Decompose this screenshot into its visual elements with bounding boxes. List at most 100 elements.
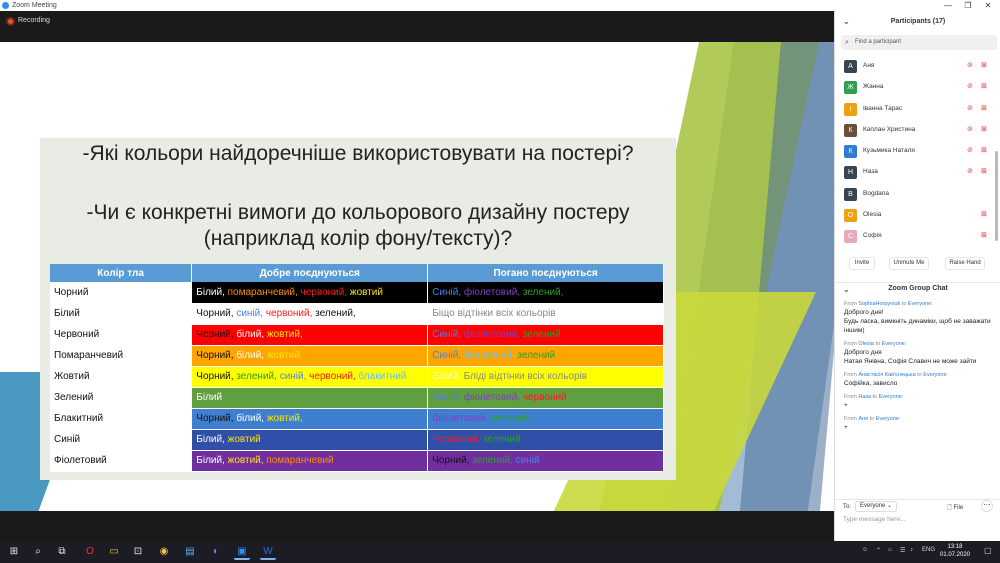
- chrome-icon[interactable]: ◉: [156, 544, 172, 560]
- windows-start-icon[interactable]: ⊞: [6, 544, 22, 560]
- from-label: From: [844, 416, 857, 422]
- bad-color-word: зелений: [491, 413, 529, 424]
- zoom-taskbar-icon[interactable]: ▣: [234, 544, 250, 560]
- slide-question-2-line2: (наприклад колір фону/тексту)?: [203, 227, 513, 250]
- raise-hand-button[interactable]: Raise Hand: [945, 257, 985, 270]
- participant-row[interactable]: B Bogdana: [835, 185, 1000, 206]
- store-icon[interactable]: ⊡: [130, 544, 146, 560]
- participants-scrollbar[interactable]: [995, 151, 998, 241]
- participant-row[interactable]: І Іванна Тарас ⊘ ⊠: [835, 100, 1000, 121]
- chat-message-meta: From Анастасія Кав'єнецька to Everyone:: [844, 372, 994, 378]
- window-titlebar: Zoom Meeting — ❐ ✕: [0, 0, 1000, 11]
- chat-sender: Наза: [858, 394, 871, 400]
- table-row: Синій Білий, жовтий Червоний, зелений: [50, 429, 664, 451]
- bad-color-word: фіолетовий,: [432, 413, 492, 424]
- table-row: Жовтий Чорний, зелений, синій, червоний, …: [50, 366, 664, 388]
- participant-name: Bogdana: [863, 189, 890, 197]
- file-button[interactable]: 🗋 File: [947, 503, 963, 513]
- file-label: File: [953, 505, 964, 511]
- unmute-button[interactable]: Unmute Me: [889, 257, 929, 270]
- participant-name: Жанна: [863, 83, 884, 91]
- chat-recipient: Everyone: [923, 372, 947, 378]
- participant-search-input[interactable]: ⌕ Find a participant: [841, 35, 997, 50]
- more-icon[interactable]: ⋯: [981, 500, 993, 512]
- maximize-icon[interactable]: ❐: [958, 0, 978, 11]
- participant-row[interactable]: Ж Жанна ⊘ ⊠: [835, 78, 1000, 99]
- camera-off-icon[interactable]: ⊠: [981, 167, 987, 175]
- good-color-word: Чорний,: [196, 371, 237, 382]
- bad-color-word: Червоний,: [432, 434, 484, 445]
- tray-people-icon[interactable]: ☺: [862, 547, 868, 553]
- bad-combinations-cell: Червоний, зелений: [427, 429, 664, 451]
- camera-off-icon[interactable]: ⊠: [981, 231, 987, 239]
- camera-off-icon[interactable]: ⊠: [981, 82, 987, 90]
- clock[interactable]: 13:18 01.07.2020: [938, 543, 972, 559]
- good-combinations-cell: Чорний, білий, жовтий: [191, 345, 429, 367]
- mail-icon[interactable]: ▤: [182, 544, 198, 560]
- good-color-word: Білий: [196, 392, 223, 403]
- background-color-name: Жовтий: [50, 366, 193, 388]
- camera-off-icon[interactable]: ⊠: [981, 125, 987, 133]
- recipient-select[interactable]: Everyone ⌄: [855, 501, 898, 512]
- good-combinations-cell: Чорний, білий, жовтий,: [191, 408, 429, 430]
- chevron-down-icon[interactable]: ⌄: [843, 11, 850, 33]
- chat-recipient: Everyone: [881, 341, 905, 347]
- camera-off-icon[interactable]: ⊠: [981, 61, 987, 69]
- close-icon[interactable]: ✕: [978, 0, 998, 11]
- participant-row[interactable]: К Кузьмика Наталя ⊘ ⊠: [835, 142, 1000, 163]
- good-color-word: червоний,: [265, 308, 316, 319]
- participant-row[interactable]: С Софія ⊠: [835, 227, 1000, 248]
- camera-off-icon[interactable]: ⊠: [981, 146, 987, 154]
- participant-row[interactable]: Н Наза ⊘ ⊠: [835, 163, 1000, 184]
- search-icon[interactable]: ⌕: [30, 544, 46, 560]
- tray-chevron-up-icon[interactable]: ⌃: [876, 547, 881, 554]
- bad-combinations-cell: Синій, блакитний, зелений: [427, 345, 664, 367]
- tray-wifi-icon[interactable]: ☰: [900, 547, 905, 554]
- minimize-icon[interactable]: —: [938, 0, 958, 11]
- to-word: to: [875, 341, 881, 347]
- avatar: Н: [844, 166, 857, 180]
- mic-muted-icon[interactable]: ⊘: [967, 125, 973, 133]
- good-color-word: синій,: [236, 308, 266, 319]
- meta-colon: :: [904, 341, 907, 347]
- meta-colon: :: [901, 394, 904, 400]
- chat-message-input[interactable]: Type message here...: [843, 516, 906, 523]
- chat-recipient-bar: To: Everyone ⌄ 🗋 File ⋯: [835, 499, 1000, 513]
- bad-color-word: Синій,: [432, 329, 464, 340]
- opera-icon[interactable]: O: [82, 544, 98, 560]
- participant-name: Кузьмика Наталя: [863, 147, 915, 155]
- chevron-down-icon[interactable]: ⌄: [843, 285, 850, 294]
- clock-time: 13:18: [947, 544, 963, 550]
- participant-row[interactable]: К Каплан Христина ⊘ ⊠: [835, 121, 1000, 142]
- chat-message-text: Будь ласка, вимкніть динаміки, щоб не за…: [844, 318, 991, 334]
- chat-sender: Аня: [858, 416, 869, 422]
- word-icon[interactable]: W: [260, 544, 276, 560]
- tray-network-icon[interactable]: ⌂: [888, 547, 892, 553]
- invite-button[interactable]: Invite: [849, 257, 875, 270]
- mic-muted-icon[interactable]: ⊘: [967, 82, 973, 90]
- participant-name: Аня: [863, 62, 875, 69]
- camera-off-icon[interactable]: ⊠: [981, 210, 987, 218]
- mic-muted-icon[interactable]: ⊘: [967, 167, 973, 175]
- to-word: to: [901, 301, 907, 307]
- participant-row[interactable]: А Аня ⊘ ⊠: [835, 57, 1000, 78]
- tray-volume-icon[interactable]: ♪: [910, 547, 913, 553]
- bad-color-word: зелений,: [472, 455, 516, 466]
- camera-off-icon[interactable]: ⊠: [981, 104, 987, 112]
- participant-row[interactable]: O Olesia ⊠: [835, 206, 1000, 227]
- mic-muted-icon[interactable]: ⊘: [967, 146, 973, 154]
- file-explorer-icon[interactable]: ▭: [106, 544, 122, 560]
- language-indicator[interactable]: ENG: [922, 547, 935, 553]
- recording-icon: [6, 17, 15, 26]
- chat-sender: Анастасія Кав'єнецька: [858, 372, 916, 378]
- meeting-area: Recording -Які кольори найдоречніше вико…: [0, 11, 834, 541]
- to-word: to: [869, 416, 875, 422]
- task-view-icon[interactable]: ⧉: [54, 544, 70, 560]
- good-color-word: синій,: [279, 371, 310, 382]
- bad-color-word: зелений: [522, 329, 561, 340]
- viber-icon[interactable]: ◐: [208, 544, 224, 560]
- mic-muted-icon[interactable]: ⊘: [967, 61, 973, 69]
- good-color-word: помаранчевий: [266, 455, 334, 466]
- notifications-icon[interactable]: ▢: [984, 546, 992, 555]
- mic-muted-icon[interactable]: ⊘: [967, 104, 973, 112]
